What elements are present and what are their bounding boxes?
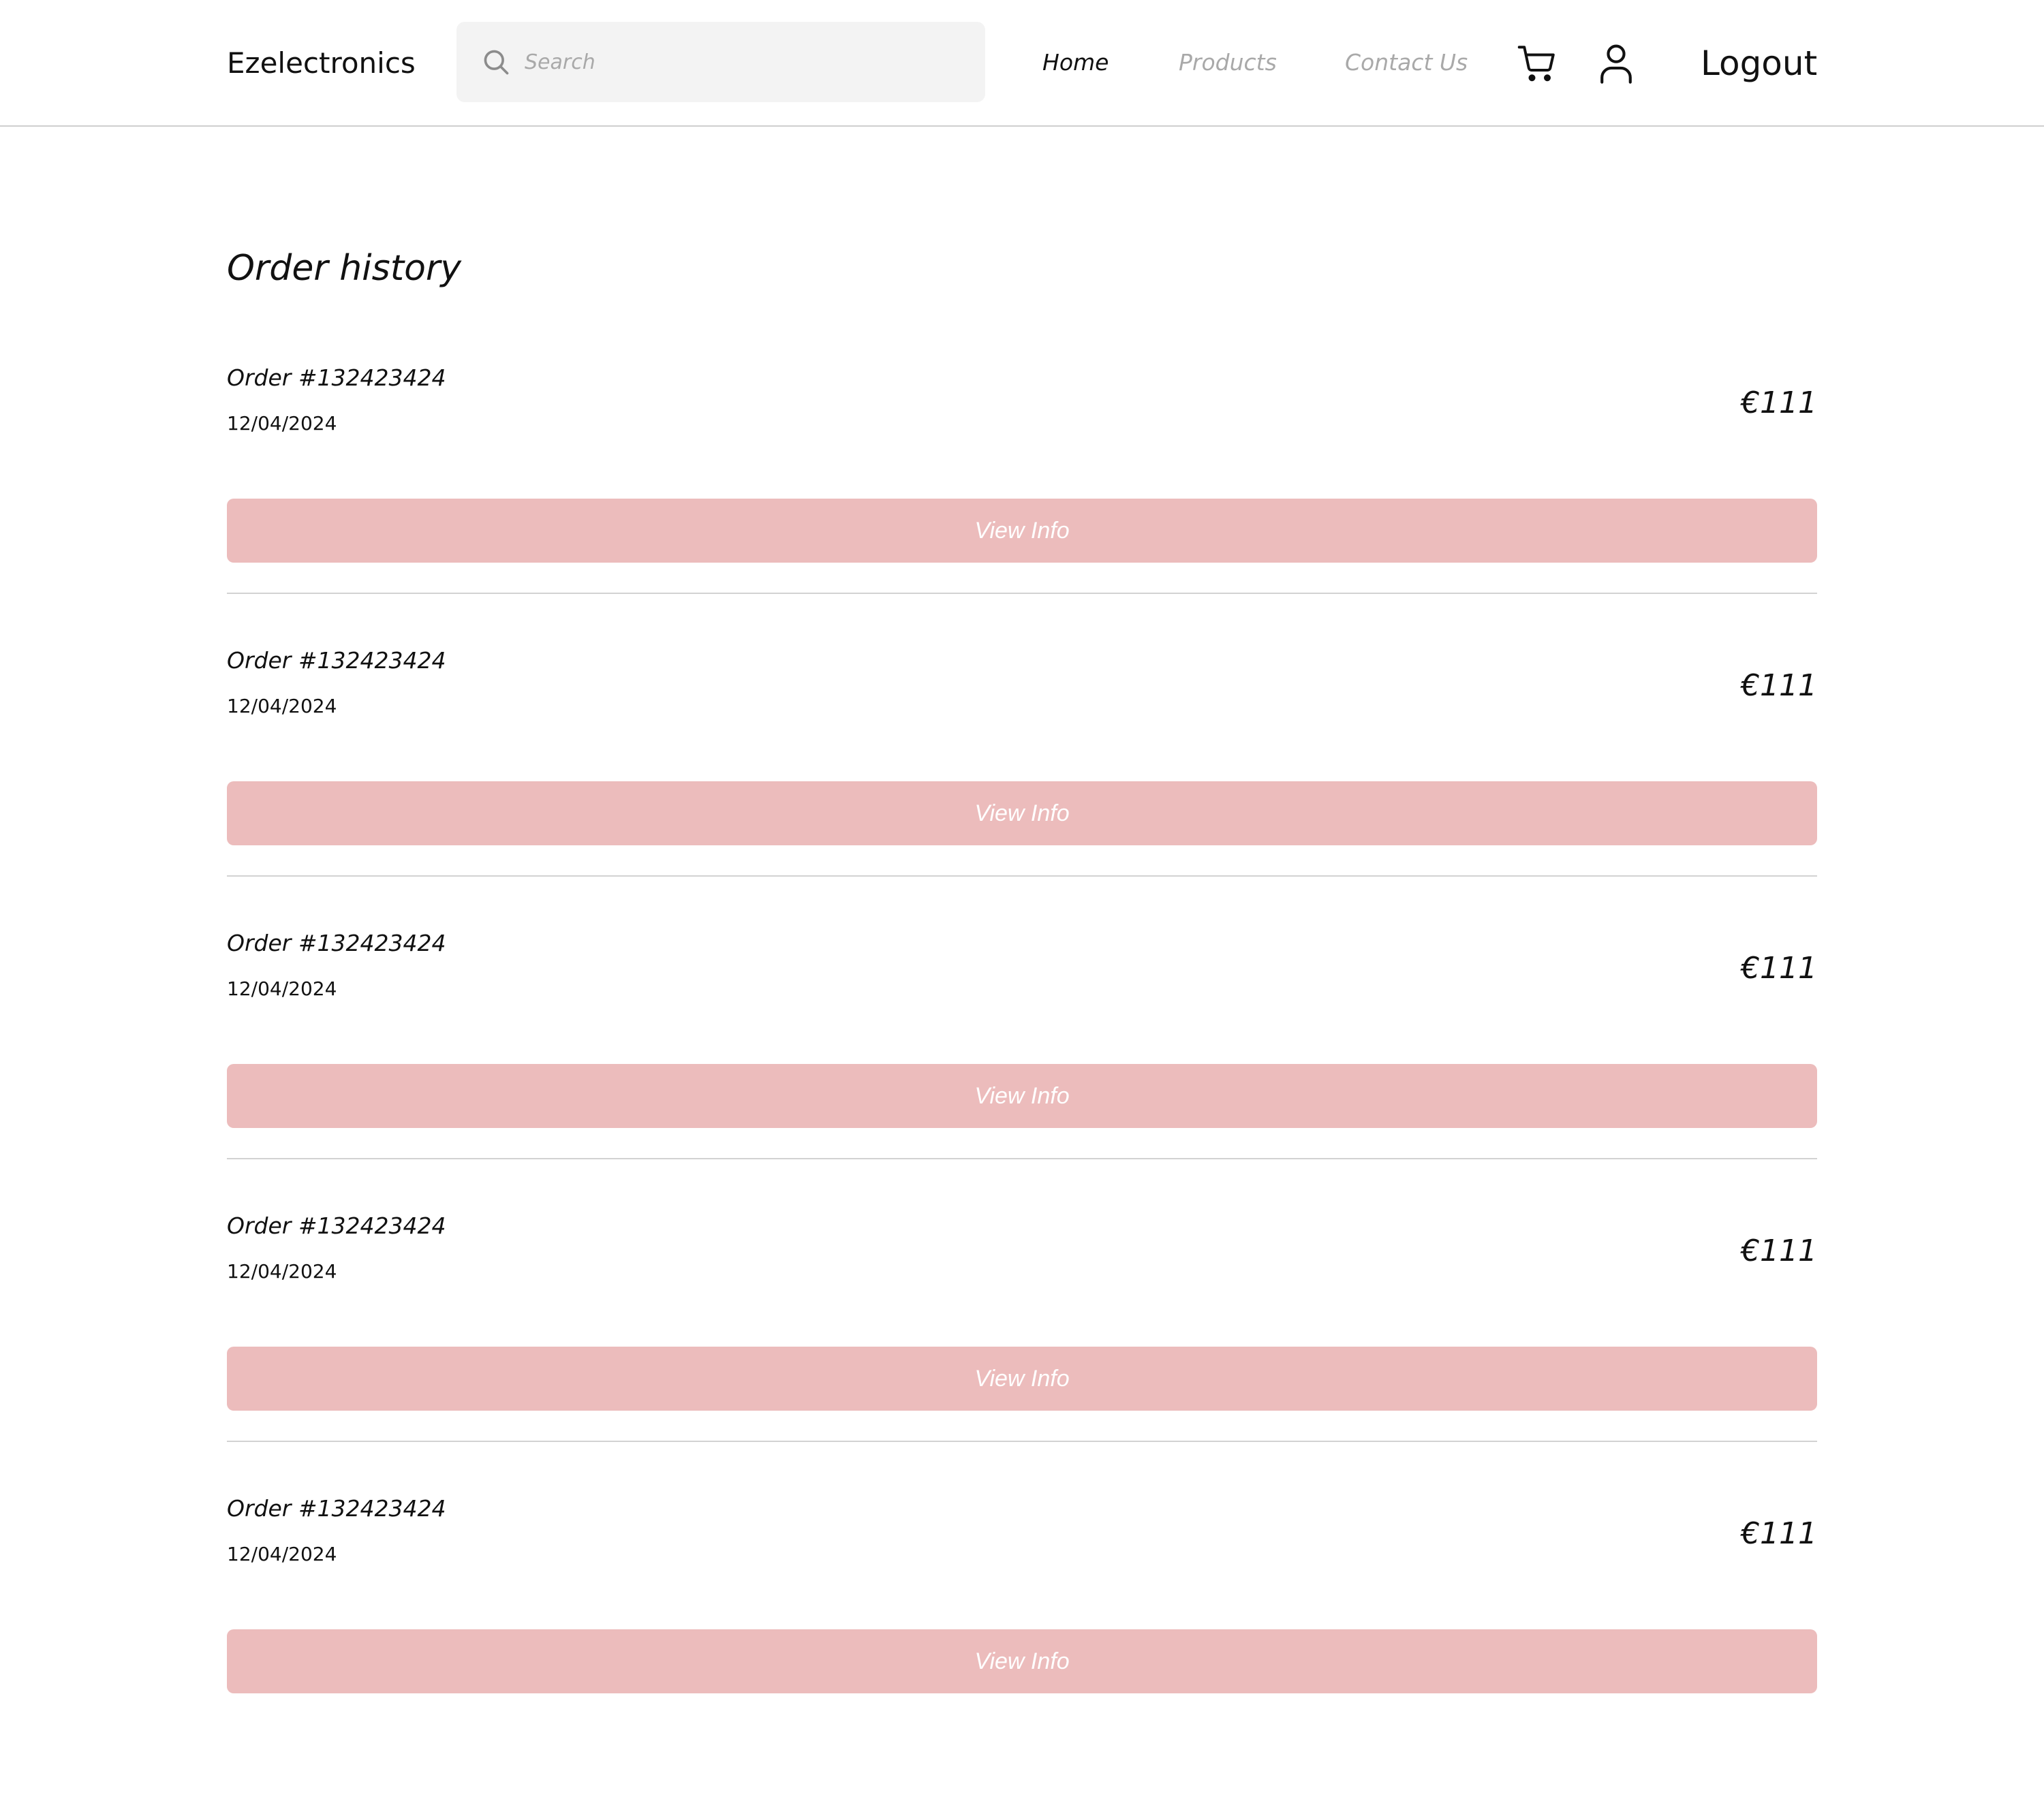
brand-logo[interactable]: Ezelectronics [227,41,416,86]
view-info-button[interactable]: View Info [227,499,1817,563]
order-list: Order #132423424 12/04/2024 €111 View In… [227,341,1817,1754]
cart-button[interactable] [1515,41,1559,86]
order-item: Order #132423424 12/04/2024 €111 View In… [227,1471,1817,1754]
search-icon [484,50,509,75]
order-price: €111 [1741,1234,1817,1268]
order-date: 12/04/2024 [227,412,337,435]
search-placeholder: Search [525,50,595,74]
order-date: 12/04/2024 [227,1543,337,1565]
divider [227,593,1817,594]
order-number: Order #132423424 [227,364,446,391]
order-item: Order #132423424 12/04/2024 €111 View In… [227,906,1817,1189]
view-info-button[interactable]: View Info [227,1629,1817,1693]
order-number: Order #132423424 [227,1212,446,1239]
account-button[interactable] [1594,41,1638,86]
cart-icon [1517,46,1555,82]
order-price: €111 [1741,386,1817,420]
order-price: €111 [1741,951,1817,986]
user-icon [1600,44,1632,84]
divider [227,875,1817,877]
order-number: Order #132423424 [227,1495,446,1522]
order-number: Order #132423424 [227,930,446,956]
order-number: Order #132423424 [227,647,446,674]
divider [227,1441,1817,1442]
view-info-button[interactable]: View Info [227,1064,1817,1128]
order-price: €111 [1741,1516,1817,1551]
top-navbar: Ezelectronics Search Home Products Conta… [0,0,2044,127]
order-date: 12/04/2024 [227,695,337,717]
search-input[interactable]: Search [456,22,985,102]
order-item: Order #132423424 12/04/2024 €111 View In… [227,341,1817,623]
nav-home[interactable]: Home [1042,42,1109,83]
order-item: Order #132423424 12/04/2024 €111 View In… [227,1189,1817,1471]
order-date: 12/04/2024 [227,1260,337,1283]
order-date: 12/04/2024 [227,977,337,1000]
divider [227,1158,1817,1159]
nav-contact-us[interactable]: Contact Us [1345,42,1468,83]
order-price: €111 [1741,668,1817,703]
logout-button[interactable]: Logout [1701,40,1817,87]
page-title: Order history [227,248,462,289]
view-info-button[interactable]: View Info [227,1347,1817,1411]
order-item: Order #132423424 12/04/2024 €111 View In… [227,623,1817,906]
view-info-button[interactable]: View Info [227,781,1817,845]
nav-products[interactable]: Products [1179,42,1277,83]
